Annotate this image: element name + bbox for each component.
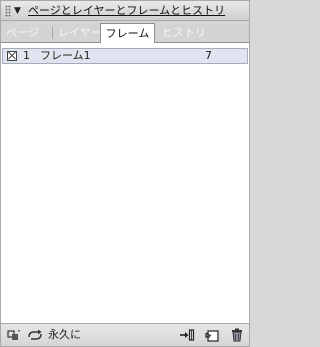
loop-count-label[interactable]: 永久に bbox=[48, 328, 81, 342]
frame-row[interactable]: 1 フレーム1 7 bbox=[2, 48, 248, 64]
frame-list[interactable]: 1 フレーム1 7 bbox=[1, 43, 249, 323]
frame-delay[interactable]: 7 bbox=[205, 49, 212, 63]
new-frame-icon[interactable] bbox=[205, 328, 219, 342]
grip-icon[interactable] bbox=[5, 5, 11, 17]
collapse-arrow-icon[interactable]: ▼ bbox=[14, 4, 21, 18]
onion-skin-icon[interactable] bbox=[7, 328, 21, 342]
distribute-to-frames-icon[interactable] bbox=[179, 328, 195, 342]
loop-icon[interactable] bbox=[26, 328, 44, 342]
tab-layers[interactable]: レイヤー bbox=[58, 24, 102, 42]
tab-bar: ページ レイヤー フレーム ヒストリ bbox=[1, 21, 249, 43]
tab-frames[interactable]: フレーム bbox=[100, 23, 155, 43]
frames-panel: ▼ ページとレイヤーとフレームとヒストリ ページ レイヤー フレーム ヒストリ … bbox=[0, 0, 250, 347]
panel-titlebar[interactable]: ▼ ページとレイヤーとフレームとヒストリ bbox=[1, 1, 249, 21]
frame-visibility-icon[interactable] bbox=[7, 51, 17, 61]
panel-title[interactable]: ページとレイヤーとフレームとヒストリ bbox=[28, 4, 225, 18]
tab-pages[interactable]: ページ bbox=[6, 24, 39, 42]
tab-history[interactable]: ヒストリ bbox=[162, 24, 206, 42]
trash-icon[interactable] bbox=[230, 328, 244, 342]
frame-number: 1 bbox=[23, 49, 30, 62]
panel-footer: 永久に bbox=[1, 323, 249, 346]
tab-divider bbox=[52, 27, 53, 39]
frame-name[interactable]: フレーム1 bbox=[40, 49, 91, 63]
